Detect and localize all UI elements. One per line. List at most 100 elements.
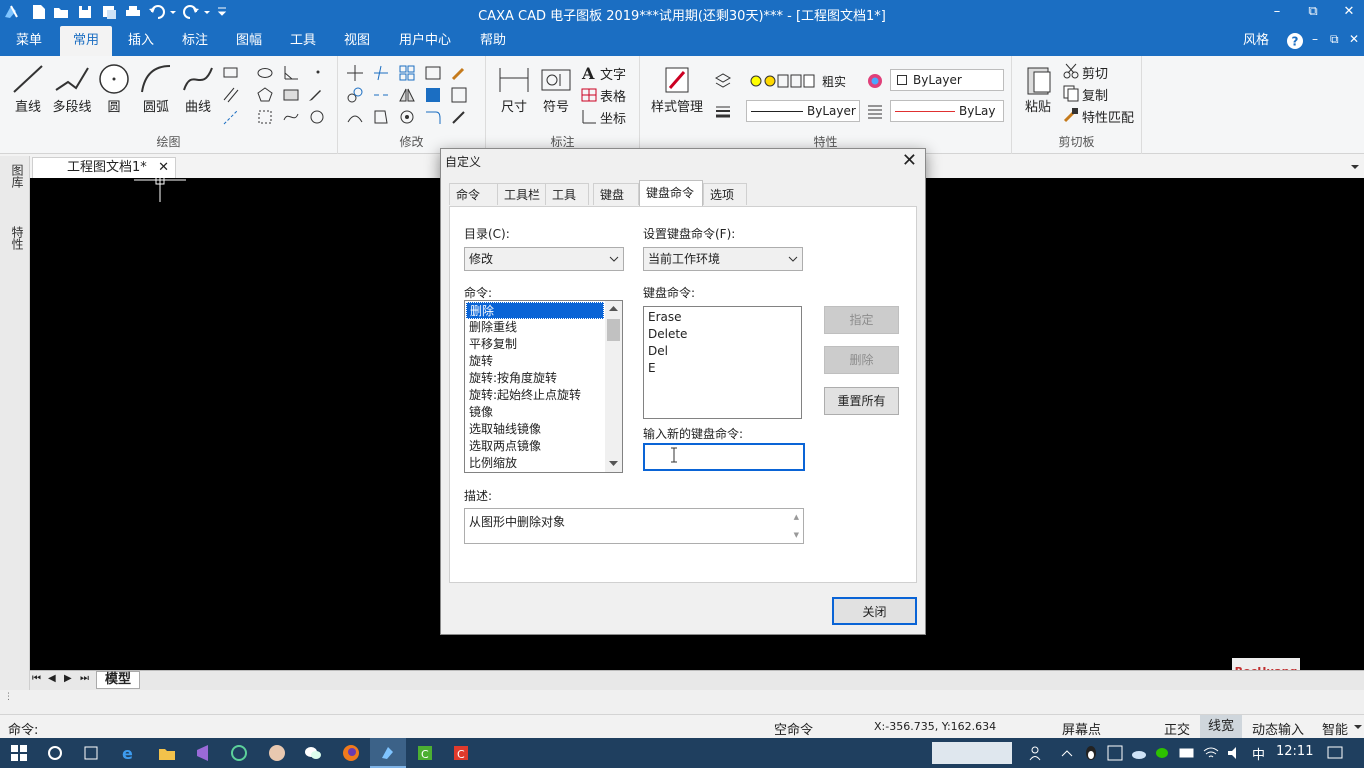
scale-icon[interactable] xyxy=(424,86,442,104)
delete-key-button[interactable]: 删除 xyxy=(824,346,899,374)
coordinate-icon[interactable] xyxy=(580,108,598,126)
taskbar-search-box[interactable] xyxy=(932,742,1012,764)
red-app-icon[interactable]: C xyxy=(452,744,470,762)
ellipse-icon[interactable] xyxy=(256,64,274,82)
dialog-tab-toolbars[interactable]: 工具栏 xyxy=(497,183,547,205)
copy-label[interactable]: 复制 xyxy=(1082,85,1108,104)
qq-icon[interactable] xyxy=(1082,744,1100,762)
key-list-item[interactable]: Erase xyxy=(645,309,795,326)
rotate-icon[interactable] xyxy=(398,108,416,126)
desc-scroll-up-icon[interactable]: ▲ xyxy=(794,513,799,521)
polygon-icon[interactable] xyxy=(256,86,274,104)
frame-icon[interactable] xyxy=(424,64,442,82)
status-dropdown-icon[interactable] xyxy=(1354,723,1362,731)
battery-icon[interactable] xyxy=(1178,744,1196,762)
arc-button[interactable]: 圆弧 xyxy=(136,62,176,115)
new-key-input[interactable] xyxy=(643,443,805,471)
color-wheel-icon[interactable] xyxy=(866,72,884,90)
dialog-tab-tools[interactable]: 工具 xyxy=(545,183,589,205)
layer-name[interactable]: 粗实 xyxy=(822,73,846,90)
tray-expand-icon[interactable] xyxy=(1058,744,1076,762)
command-list-item[interactable]: 平移复制 xyxy=(466,336,604,353)
fillet-icon[interactable] xyxy=(424,108,442,126)
dialog-tab-keyboard[interactable]: 键盘 xyxy=(593,183,639,205)
tab-tools[interactable]: 工具 xyxy=(280,26,326,56)
visual-studio-icon[interactable] xyxy=(194,744,212,762)
ortho-toggle[interactable]: 正交 xyxy=(1164,719,1190,738)
parallel-line-icon[interactable] xyxy=(222,86,240,104)
mirror-icon[interactable] xyxy=(398,86,416,104)
ime-indicator[interactable]: 中 xyxy=(1252,744,1265,763)
explode-icon[interactable] xyxy=(372,108,390,126)
help-icon[interactable]: ? xyxy=(1286,32,1304,50)
edit-icon[interactable] xyxy=(450,108,468,126)
cut-label[interactable]: 剪切 xyxy=(1082,63,1108,82)
assign-button[interactable]: 指定 xyxy=(824,306,899,334)
model-tab[interactable]: 模型 xyxy=(96,671,141,689)
command-list-item[interactable]: 旋转:按角度旋转 xyxy=(466,370,604,387)
scroll-up-icon[interactable] xyxy=(609,305,618,311)
dialog-tab-keyboard-commands[interactable]: 键盘命令 xyxy=(639,180,703,206)
pen-icon[interactable] xyxy=(306,86,324,104)
angle-icon[interactable] xyxy=(282,64,300,82)
command-list-item[interactable]: 删除 xyxy=(466,302,604,319)
first-tab-icon[interactable]: ⏮ xyxy=(32,673,41,684)
curve-button[interactable]: 曲线 xyxy=(178,62,218,115)
tab-user-center[interactable]: 用户中心 xyxy=(392,26,458,56)
dynamic-input-toggle[interactable]: 动态输入 xyxy=(1252,719,1304,738)
desc-scroll-down-icon[interactable]: ▼ xyxy=(794,531,799,539)
task-view-icon[interactable] xyxy=(82,744,100,762)
dialog-tab-options[interactable]: 选项 xyxy=(703,183,747,205)
commands-listbox[interactable]: 删除 删除重线 平移复制 旋转 旋转:按角度旋转 旋转:起始终止点旋转 镜像 选取轴线镜像 选取… xyxy=(464,300,623,473)
edge-browser-icon[interactable]: e xyxy=(120,744,138,762)
prev-tab-icon[interactable]: ◀ xyxy=(48,673,56,684)
match-properties-icon[interactable] xyxy=(1062,106,1080,124)
command-list-item[interactable]: 旋转 xyxy=(466,353,604,370)
cloud-tray-icon[interactable] xyxy=(1130,744,1148,762)
tab-annotate[interactable]: 标注 xyxy=(172,26,218,56)
text-icon[interactable]: A xyxy=(580,64,598,82)
screen-point-toggle[interactable]: 屏幕点 xyxy=(1062,719,1101,738)
offset-icon[interactable] xyxy=(346,108,364,126)
last-tab-icon[interactable]: ⏭ xyxy=(80,673,89,684)
dialog-close-button[interactable]: ✕ xyxy=(902,150,917,171)
close-dialog-button[interactable]: 关闭 xyxy=(832,597,917,625)
caxa-taskbar-button[interactable] xyxy=(370,738,406,768)
wechat-icon[interactable] xyxy=(304,744,322,762)
table-label[interactable]: 表格 xyxy=(600,86,626,105)
cloud-icon[interactable] xyxy=(308,108,326,126)
color-combo[interactable]: ByLayer xyxy=(890,69,1004,91)
symbol-button[interactable]: 符号 xyxy=(536,64,576,115)
linetype-scale-icon[interactable] xyxy=(866,102,884,120)
tab-menu[interactable]: 菜单 xyxy=(6,26,52,56)
polyline-button[interactable]: 多段线 xyxy=(50,62,94,115)
tab-view[interactable]: 视图 xyxy=(334,26,380,56)
lineweight-toggle[interactable]: 线宽 xyxy=(1200,715,1243,738)
category-select[interactable]: 修改 xyxy=(464,247,624,271)
document-tab-close[interactable]: ✕ xyxy=(158,158,169,177)
brush-icon[interactable] xyxy=(450,64,468,82)
circle-button[interactable]: 圆 xyxy=(94,62,134,115)
command-list-item[interactable]: 比例缩放 xyxy=(466,455,604,472)
app-green-icon[interactable] xyxy=(230,744,248,762)
smart-toggle[interactable]: 智能 xyxy=(1322,719,1348,738)
search-icon[interactable] xyxy=(46,744,64,762)
tab-frame[interactable]: 图幅 xyxy=(226,26,272,56)
text-label[interactable]: 文字 xyxy=(600,64,626,83)
library-panel-tab[interactable]: 图库 xyxy=(9,164,26,188)
hatch-icon[interactable] xyxy=(282,86,300,104)
coordinate-label[interactable]: 坐标 xyxy=(600,108,626,127)
minimize-button[interactable]: – xyxy=(1266,3,1288,21)
style-manage-button[interactable]: 样式管理 xyxy=(648,64,706,115)
move-icon[interactable] xyxy=(346,64,364,82)
stretch-icon[interactable] xyxy=(450,86,468,104)
command-list-item[interactable]: 旋转:起始终止点旋转 xyxy=(466,387,604,404)
spline-icon[interactable] xyxy=(282,108,300,126)
notification-icon[interactable] xyxy=(1326,744,1344,762)
volume-icon[interactable] xyxy=(1226,744,1244,762)
key-list-item[interactable]: Delete xyxy=(645,326,795,343)
key-list-item[interactable]: Del xyxy=(645,343,795,360)
wifi-icon[interactable] xyxy=(1202,744,1220,762)
green-app-icon[interactable]: C xyxy=(416,744,434,762)
next-tab-icon[interactable]: ▶ xyxy=(64,673,72,684)
